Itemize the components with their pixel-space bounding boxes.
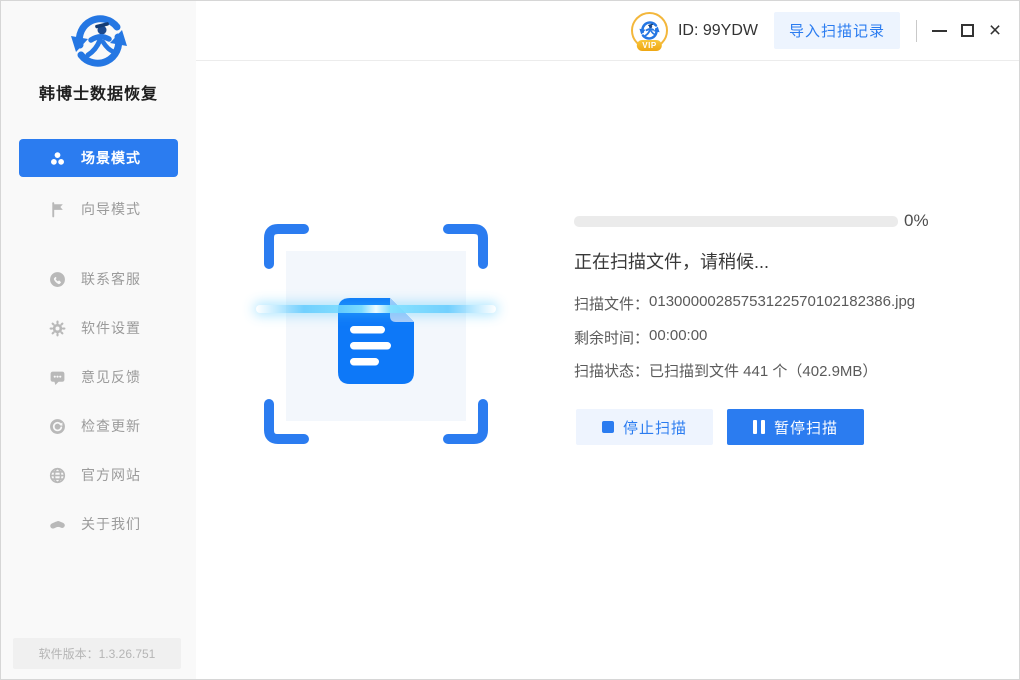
scene-mode-icon [49, 150, 66, 167]
scan-state-label: 扫描状态： [574, 363, 650, 380]
sidebar-item-label: 官方网站 [81, 467, 141, 483]
sidebar-item-about-us[interactable]: 关于我们 [19, 505, 178, 543]
scan-beam [256, 305, 496, 313]
sidebar-item-contact-support[interactable]: 联系客服 [19, 260, 178, 298]
handshake-icon [49, 516, 66, 533]
brand-logo-icon [638, 21, 661, 40]
pause-scan-button[interactable]: 暂停扫描 [727, 409, 864, 445]
minimize-button[interactable] [925, 15, 953, 47]
titlebar: VIP ID: 99YDW 导入扫描记录 × [196, 1, 1019, 61]
remaining-time-label: 剩余时间： [574, 330, 650, 347]
sidebar: 韩博士数据恢复 场景模式 向导模式 联系客服 软件设置 意见反馈 检查更新 官方… [1, 1, 196, 679]
sidebar-item-label: 场景模式 [81, 150, 141, 166]
sidebar-item-label: 关于我们 [81, 516, 141, 532]
scan-state-row: 扫描状态： 已扫描到文件 441 个（402.9MB） [574, 360, 877, 381]
scan-progress-percent: 0% [904, 211, 929, 230]
app-window: 韩博士数据恢复 场景模式 向导模式 联系客服 软件设置 意见反馈 检查更新 官方… [0, 0, 1020, 680]
titlebar-divider [916, 19, 917, 42]
scan-state-value: 已扫描到文件 441 个（402.9MB） [649, 363, 878, 380]
pause-scan-label: 暂停扫描 [773, 419, 838, 437]
brand-logo-icon [67, 9, 131, 73]
sidebar-item-check-update[interactable]: 检查更新 [19, 407, 178, 445]
maximize-button[interactable] [953, 15, 981, 47]
software-version: 软件版本：1.3.26.751 [13, 638, 181, 669]
sidebar-item-label: 检查更新 [81, 418, 141, 434]
globe-icon [49, 467, 66, 484]
stop-scan-button[interactable]: 停止扫描 [576, 409, 713, 445]
sidebar-item-scene-mode[interactable]: 场景模式 [19, 139, 178, 177]
user-id-text: ID: 99YDW [677, 21, 758, 39]
app-logo: 韩博士数据恢复 [1, 9, 196, 104]
sidebar-item-wizard-mode[interactable]: 向导模式 [19, 190, 178, 228]
close-button[interactable]: × [981, 15, 1009, 47]
scan-file-value: 01300000285753122570102182386.jpg [649, 293, 916, 310]
gear-icon [49, 320, 66, 337]
minimize-icon [931, 29, 947, 32]
sidebar-item-label: 意见反馈 [81, 369, 141, 385]
remaining-time-row: 剩余时间： 00:00:00 [574, 327, 707, 348]
sidebar-item-feedback[interactable]: 意见反馈 [19, 358, 178, 396]
import-scan-records-button[interactable]: 导入扫描记录 [773, 12, 900, 49]
scan-file-label: 扫描文件： [574, 296, 650, 313]
sidebar-item-settings[interactable]: 软件设置 [19, 309, 178, 347]
remaining-time-value: 00:00:00 [649, 327, 708, 344]
user-avatar[interactable]: VIP [630, 12, 668, 51]
sidebar-item-label: 软件设置 [81, 320, 141, 336]
maximize-icon [960, 24, 974, 37]
vip-badge: VIP [637, 40, 662, 51]
flag-icon [49, 201, 66, 218]
sidebar-item-official-website[interactable]: 官方网站 [19, 456, 178, 494]
pause-icon [752, 420, 765, 434]
feedback-icon [49, 369, 66, 386]
close-icon: × [988, 19, 1002, 42]
stop-icon [601, 421, 614, 433]
stop-scan-label: 停止扫描 [622, 419, 687, 437]
scan-file-row: 扫描文件： 01300000285753122570102182386.jpg [574, 293, 915, 314]
update-icon [49, 418, 66, 435]
scan-progress-bar [574, 216, 898, 227]
sidebar-item-label: 联系客服 [81, 271, 141, 287]
phone-icon [49, 271, 66, 288]
sidebar-item-label: 向导模式 [81, 201, 141, 217]
scan-status-title: 正在扫描文件，请稍候... [574, 252, 770, 272]
brand-name: 韩博士数据恢复 [38, 86, 158, 103]
